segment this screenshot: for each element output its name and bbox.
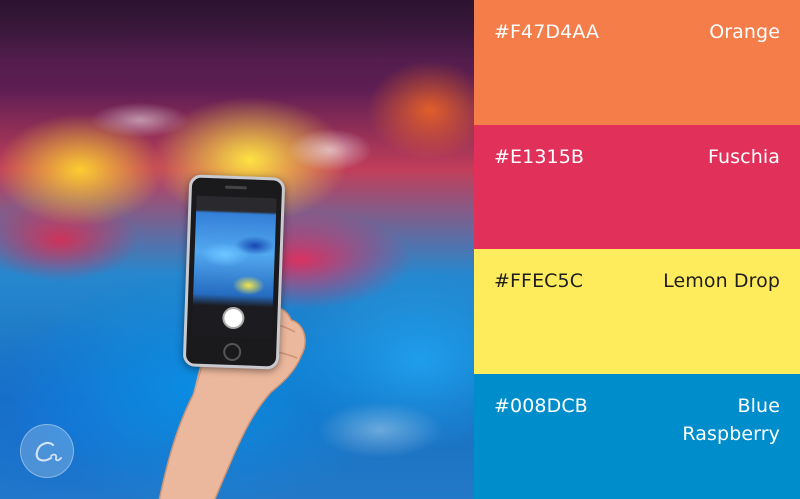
swatch-hex-code: #F47D4AA bbox=[494, 21, 600, 43]
swatch-orange: #F47D4AA Orange bbox=[474, 0, 800, 125]
swatch-color-name: Orange bbox=[709, 21, 780, 43]
home-button-icon bbox=[222, 342, 242, 362]
phone-speaker bbox=[224, 185, 247, 190]
swatch-fuschia: #E1315B Fuschia bbox=[474, 125, 800, 249]
swatch-color-name: Blue Raspberry bbox=[682, 395, 780, 445]
smartphone bbox=[182, 174, 286, 370]
swatch-hex-code: #FFEC5C bbox=[494, 270, 584, 292]
canva-watermark-logo bbox=[20, 424, 74, 478]
phone-screen bbox=[191, 195, 277, 339]
phone-screen-graffiti bbox=[192, 213, 276, 307]
swatch-lemon-drop: #FFEC5C Lemon Drop bbox=[474, 249, 800, 374]
swatch-blue-raspberry: #008DCB Blue Raspberry bbox=[474, 374, 800, 499]
canva-logo-icon bbox=[35, 441, 62, 462]
swatch-hex-code: #E1315B bbox=[494, 146, 585, 168]
color-palette: #F47D4AA Orange #E1315B Fuschia #FFEC5C … bbox=[474, 0, 800, 499]
swatch-hex-code: #008DCB bbox=[494, 395, 588, 417]
photo-top-shade bbox=[0, 0, 474, 60]
graffiti-photo bbox=[0, 0, 474, 499]
swatch-color-name: Fuschia bbox=[708, 146, 780, 168]
palette-card: #F47D4AA Orange #E1315B Fuschia #FFEC5C … bbox=[0, 0, 800, 499]
swatch-color-name: Lemon Drop bbox=[663, 270, 780, 292]
camera-shutter-icon bbox=[222, 306, 245, 330]
